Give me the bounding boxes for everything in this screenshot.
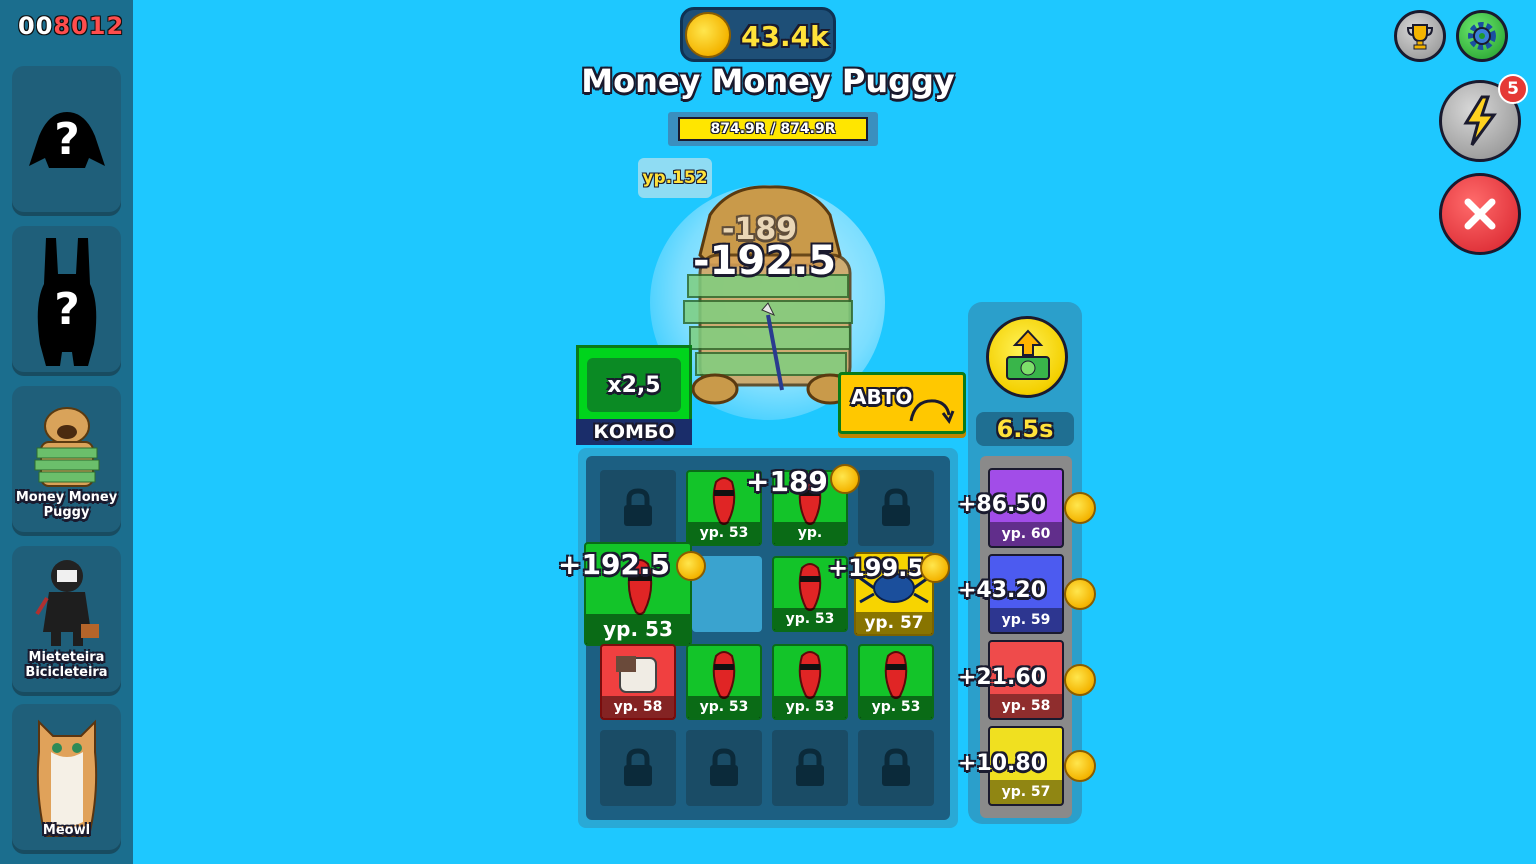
close-button[interactable]: [1439, 173, 1521, 255]
sidebar-item-mieteteira-bicicleteira[interactable]: Mieteteira Bicicleteira: [12, 546, 121, 696]
floating-number: +192.5: [558, 548, 671, 581]
coin-icon: [685, 12, 731, 58]
combo-label: КОМБО: [576, 419, 692, 445]
svg-text:?: ?: [54, 114, 80, 165]
sidebar: 008012 ? ? Money Money Puggy Mieteteira …: [0, 0, 133, 864]
lock-icon: [710, 748, 738, 786]
sidebar-item-meowl[interactable]: Meowl: [12, 704, 121, 854]
sidebar-item-label: Money Money Puggy: [15, 490, 118, 520]
coin-icon: [1064, 664, 1096, 696]
chili-pepper-icon: [712, 651, 736, 699]
grid-cell-locked: [772, 730, 848, 806]
cell-level: ур. 53: [586, 614, 690, 644]
trophy-icon: [1406, 24, 1434, 50]
cell-level: ур. 57: [856, 612, 932, 634]
stack-level: ур. 60: [990, 522, 1062, 546]
lock-icon: [882, 748, 910, 786]
score-number: 8012: [53, 12, 125, 40]
merge-grid: ур. 53 ур. ур. 53 ур. 53 ур. 57 ур. 58 у…: [584, 456, 950, 820]
grid-cell-pepper[interactable]: ур. 53: [686, 644, 762, 720]
grid-cell-locked: [600, 470, 676, 546]
sidebar-item-money-money-puggy[interactable]: Money Money Puggy: [12, 386, 121, 536]
cash-upgrade-icon: [1006, 329, 1050, 380]
grid-cell-locked: [686, 730, 762, 806]
income-amount: +86.50: [958, 492, 1047, 517]
gear-icon: [1468, 22, 1496, 50]
grid-cell-creature[interactable]: ур. 58: [600, 644, 676, 720]
loop-arrow-icon: [909, 399, 955, 425]
combo-multiplier: x2,5: [587, 358, 681, 412]
cell-level: ур. 53: [860, 696, 932, 718]
grid-cell-locked: [858, 730, 934, 806]
auto-label: АВТО: [851, 385, 913, 409]
coin-value: 43.4k: [741, 20, 829, 53]
coin-icon: [1064, 578, 1096, 610]
floating-number: +189: [746, 465, 828, 498]
chili-pepper-icon: [884, 651, 908, 699]
svg-text:?: ?: [54, 284, 80, 335]
combo-panel: x2,5 КОМБО: [576, 345, 692, 445]
sidebar-item-label: Mieteteira Bicicleteira: [25, 650, 108, 680]
settings-button[interactable]: [1456, 10, 1508, 62]
income-amount: +21.60: [958, 665, 1047, 690]
score-counter: 008012: [18, 12, 124, 40]
lock-icon: [882, 488, 910, 526]
lock-icon: [624, 488, 652, 526]
sidebar-item-unknown-2[interactable]: ?: [12, 226, 121, 376]
unknown-bunny-icon: ?: [37, 238, 96, 366]
cell-level: ур.: [774, 522, 846, 544]
boost-count-badge: 5: [1498, 74, 1528, 104]
coin-icon: [676, 551, 706, 581]
grid-cell-locked: [858, 470, 934, 546]
unknown-creature-icon: ?: [28, 112, 105, 168]
cell-level: ур. 53: [774, 696, 846, 718]
sidebar-item-unknown-1[interactable]: ?: [12, 66, 121, 216]
floating-number: +199.5: [828, 554, 925, 582]
grid-cell-pepper[interactable]: ур. 53: [858, 644, 934, 720]
white-creature-icon: [616, 656, 657, 693]
lock-icon: [624, 748, 652, 786]
boss-name: Money Money Puggy: [581, 62, 955, 100]
coin-icon: [1064, 492, 1096, 524]
stack-level: ур. 57: [990, 780, 1062, 804]
coin-icon: [920, 553, 950, 583]
damage-number: -192.5: [693, 238, 837, 284]
close-icon: [1464, 198, 1496, 230]
cell-level: ур. 53: [774, 608, 846, 630]
chili-pepper-icon: [798, 651, 822, 699]
stack-level: ур. 58: [990, 694, 1062, 718]
auto-button[interactable]: АВТО: [838, 372, 966, 434]
boss-health-text: 874.9R / 874.9R: [678, 117, 868, 141]
cell-level: ур. 53: [688, 522, 760, 544]
coin-icon: [830, 464, 860, 494]
grid-cell-pepper[interactable]: ур. 53: [772, 644, 848, 720]
score-zeros: 00: [18, 12, 54, 40]
ninja-character-icon: [34, 560, 99, 646]
coin-icon: [1064, 750, 1096, 782]
grid-cell-locked: [600, 730, 676, 806]
upgrade-timer: 6.5s: [976, 412, 1074, 446]
cell-level: ур. 53: [688, 696, 760, 718]
boss-health-bar: 874.9R / 874.9R: [668, 112, 878, 146]
cash-upgrade-button[interactable]: [986, 316, 1068, 398]
stack-level: ур. 59: [990, 608, 1062, 632]
cell-level: ур. 58: [602, 696, 674, 718]
income-amount: +10.80: [958, 751, 1047, 776]
lightning-icon: [1463, 95, 1497, 146]
trophy-button[interactable]: [1394, 10, 1446, 62]
coin-balance: 43.4k: [680, 7, 836, 62]
income-amount: +43.20: [958, 578, 1047, 603]
money-pug-icon: [34, 407, 99, 487]
sidebar-item-label: Meowl: [42, 823, 91, 838]
lock-icon: [796, 748, 824, 786]
